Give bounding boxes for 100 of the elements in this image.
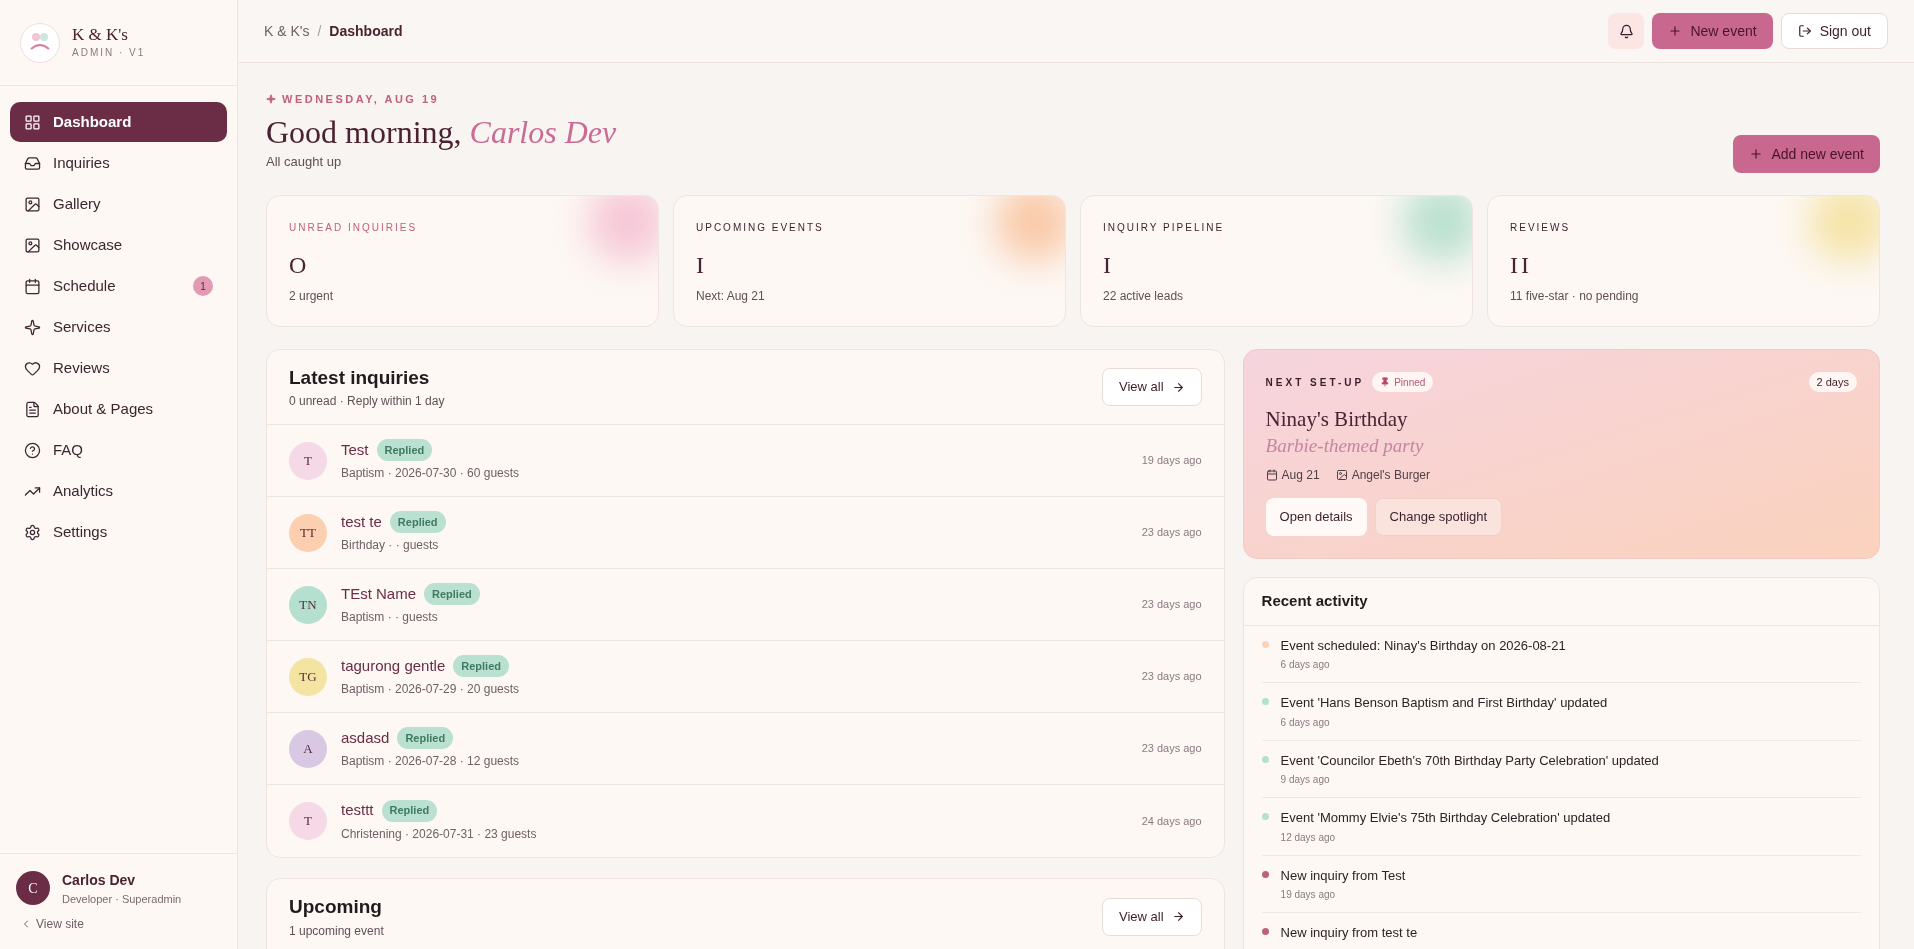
status-badge: Replied — [389, 511, 446, 533]
greeting-heading: Good morning, Carlos Dev — [266, 112, 617, 152]
inquiry-details: Christening · 2026-07-31 · 23 guests — [341, 825, 537, 843]
stat-value: II — [1510, 251, 1533, 280]
panel-title: Latest inquiries — [289, 365, 431, 390]
count-badge: 1 — [193, 276, 213, 296]
countdown-badge: 2 days — [1808, 372, 1857, 392]
event-title: Ninay's Birthday — [1265, 406, 1409, 433]
activity-time: 19 days ago — [1280, 888, 1337, 902]
activity-time: 6 days ago — [1280, 658, 1331, 672]
change-spotlight-button[interactable]: Change spotlight — [1374, 497, 1503, 536]
nav-item[interactable]: Showcase — [10, 225, 227, 265]
inquiry-name: tagurong gentle — [341, 655, 446, 676]
pinned-badge: Pinned — [1372, 372, 1434, 392]
image-icon — [24, 195, 41, 213]
status-badge: Replied — [453, 655, 509, 677]
heart-icon — [24, 359, 41, 377]
initials-avatar: TT — [289, 513, 327, 552]
inquiry-row[interactable]: TG tagurong gentle Replied Baptism · 2026-07-29 · 20 guests 23 days ago — [267, 641, 1224, 713]
inquiry-name: Test — [341, 439, 369, 460]
brand-subtitle: ADMIN · V1 — [72, 46, 146, 60]
image-icon — [1335, 468, 1348, 481]
settings-icon — [24, 523, 41, 541]
stat-note: 2 urgent — [289, 288, 335, 305]
arrow-right-icon — [1171, 380, 1185, 394]
panel-subtitle: 0 unread · Reply within 1 day — [289, 393, 445, 411]
stat-note: 11 five-star · no pending — [1510, 288, 1640, 305]
new-event-button[interactable]: New event — [1652, 13, 1773, 49]
greeting-subtitle: All caught up — [266, 152, 343, 171]
inquiry-details: Baptism · 2026-07-30 · 60 guests — [341, 465, 520, 483]
user-name: Carlos Dev — [62, 870, 137, 890]
activity-time: 6 days ago — [1280, 715, 1331, 730]
inquiry-time: 23 days ago — [1141, 525, 1202, 541]
breadcrumb-link[interactable]: K & K's — [264, 20, 310, 42]
stat-label: REVIEWS — [1510, 221, 1572, 235]
activity-time: 9 days ago — [1280, 773, 1331, 787]
inquiry-row[interactable]: T Test Replied Baptism · 2026-07-30 · 60 guests 19 days ago — [267, 425, 1224, 497]
logo-icon — [20, 22, 60, 63]
help-icon — [24, 441, 41, 459]
sign-out-icon — [1797, 24, 1812, 38]
activity-text: Event scheduled: Ninay's Birthday on 2026-08-21 — [1280, 636, 1566, 655]
inquiry-row[interactable]: TT test te Replied Birthday · · guests 23 days ago — [267, 497, 1224, 569]
inquiry-name: TEst Name — [341, 583, 416, 604]
open-details-button[interactable]: Open details — [1265, 497, 1367, 536]
plus-icon — [1749, 147, 1764, 161]
document-icon — [24, 400, 41, 418]
stat-label: INQUIRY PIPELINE — [1103, 221, 1226, 235]
panel-subtitle: 1 upcoming event — [289, 922, 384, 940]
bell-icon — [1618, 23, 1634, 39]
stat-value: O — [289, 251, 311, 280]
inquiry-row[interactable]: T testtt Replied Christening · 2026-07-31 · 23 guests 24 days ago — [267, 785, 1224, 857]
grid-icon — [24, 113, 41, 131]
view-all-button[interactable]: View all — [1102, 368, 1202, 406]
calendar-icon — [24, 277, 41, 295]
notifications-button[interactable] — [1608, 13, 1645, 49]
inquiry-details: Baptism · 2026-07-29 · 20 guests — [341, 681, 520, 699]
brand-name: K & K's — [72, 25, 129, 45]
event-date: Aug 21 — [1265, 465, 1320, 484]
stat-value: I — [696, 251, 708, 280]
activity-text: Event 'Mommy Elvie's 75th Birthday Celebration' updated — [1280, 809, 1611, 827]
activity-text: New inquiry from test te — [1280, 924, 1418, 942]
activity-text: Event 'Councilor Ebeth's 70th Birthday Party Celebration' updated — [1280, 751, 1659, 770]
nav-item[interactable]: Analytics — [10, 471, 227, 511]
nav-item[interactable]: Schedule 1 — [10, 266, 227, 306]
plus-icon — [1668, 24, 1683, 38]
initials-avatar: TN — [289, 585, 327, 624]
inquiry-time: 23 days ago — [1141, 669, 1202, 685]
activity-text: Event 'Hans Benson Baptism and First Birthday' updated — [1280, 694, 1608, 712]
inquiry-row[interactable]: A asdasd Replied Baptism · 2026-07-28 · 12 guests 23 days ago — [267, 713, 1224, 785]
status-badge: Replied — [376, 439, 433, 461]
nav-item[interactable]: Dashboard — [10, 102, 227, 142]
inquiry-time: 23 days ago — [1141, 597, 1202, 613]
inquiry-details: Baptism · · guests — [341, 609, 439, 627]
nav-item[interactable]: Services — [10, 307, 227, 347]
view-all-button[interactable]: View all — [1102, 897, 1202, 936]
inbox-icon — [24, 154, 41, 172]
breadcrumb-current: Dashboard — [329, 21, 403, 41]
nav-item[interactable]: Reviews — [10, 348, 227, 388]
breadcrumb-separator: / — [317, 21, 322, 41]
inquiry-name: test te — [341, 511, 382, 532]
inquiry-details: Birthday · · guests — [341, 537, 440, 555]
inquiry-name: testtt — [341, 800, 374, 821]
view-site-link[interactable]: View site — [16, 915, 221, 933]
inquiry-row[interactable]: TN TEst Name Replied Baptism · · guests 23 days ago — [267, 569, 1224, 641]
nav-item[interactable]: Settings — [10, 512, 227, 552]
sign-out-button[interactable]: Sign out — [1780, 13, 1888, 49]
nav-item[interactable]: FAQ — [10, 430, 227, 470]
nav-item[interactable]: Inquiries — [10, 143, 227, 183]
event-venue: Angel's Burger — [1335, 465, 1430, 484]
spotlight-label: NEXT SET-UP — [1265, 375, 1365, 390]
add-event-button[interactable]: Add new event — [1733, 135, 1880, 173]
inquiry-time: 23 days ago — [1141, 741, 1202, 757]
event-subtitle: Barbie-themed party — [1265, 435, 1425, 456]
inquiry-details: Baptism · 2026-07-28 · 12 guests — [341, 753, 520, 771]
initials-avatar: A — [289, 729, 327, 768]
inquiry-time: 24 days ago — [1141, 813, 1202, 829]
sparkle-icon — [24, 318, 41, 336]
nav-item[interactable]: About & Pages — [10, 389, 227, 429]
nav-item[interactable]: Gallery — [10, 184, 227, 224]
initials-avatar: TG — [289, 657, 327, 696]
